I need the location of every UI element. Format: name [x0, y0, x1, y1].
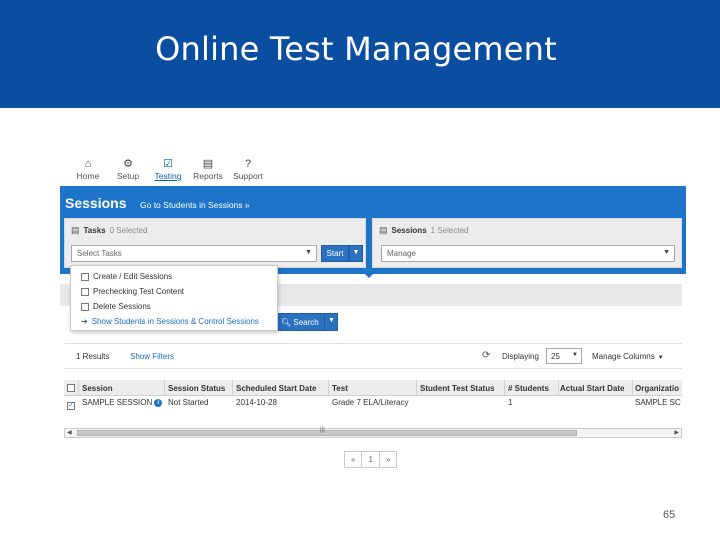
nav-setup[interactable]: ⚙ Setup: [108, 158, 148, 188]
top-navigation: ⌂ Home ⚙ Setup ☑ Testing ▤ Reports ? Sup…: [68, 158, 268, 188]
displaying-label: Displaying: [502, 352, 539, 361]
manage-dropdown[interactable]: Manage ▼: [381, 245, 675, 262]
slide-title-bar: Online Test Management: [0, 0, 720, 108]
show-filters-link[interactable]: Show Filters: [130, 352, 174, 361]
tasks-panel: ▤ Tasks 0 Selected Select Tasks ▼ Start …: [64, 218, 366, 268]
horizontal-scrollbar[interactable]: ◀ ||| ▶: [64, 427, 682, 438]
col-students[interactable]: # Students: [508, 384, 558, 393]
next-page-button[interactable]: »: [380, 452, 396, 467]
panel-pointer: [362, 271, 376, 278]
sessions-header: Sessions Go to Students in Sessions » ▤ …: [60, 186, 686, 274]
help-icon: ?: [244, 158, 252, 170]
table-header: Session Session Status Scheduled Start D…: [64, 380, 682, 396]
nav-testing[interactable]: ☑ Testing: [148, 158, 188, 188]
menu-item-show-students[interactable]: ➔ Show Students in Sessions & Control Se…: [81, 317, 259, 326]
sessions-panel: ▤ Sessions 1 Selected Manage ▼: [372, 218, 682, 268]
chevron-down-icon: ▼: [657, 355, 664, 361]
results-toolbar: 1 Results Show Filters ⟳ Displaying 25 ▼…: [64, 343, 682, 369]
home-icon: ⌂: [84, 158, 92, 170]
col-session-status[interactable]: Session Status: [168, 384, 232, 393]
col-actual-start[interactable]: Actual Start Date: [560, 384, 632, 393]
slide-title: Online Test Management: [155, 30, 557, 68]
grip-icon: |||: [320, 427, 325, 433]
sessions-title: Sessions: [65, 195, 127, 211]
results-count: 1 Results: [76, 352, 110, 361]
menu-item-delete[interactable]: Delete Sessions: [81, 302, 151, 311]
app-screenshot: ⌂ Home ⚙ Setup ☑ Testing ▤ Reports ? Sup…: [60, 150, 688, 480]
sessions-table: Session Session Status Scheduled Start D…: [64, 380, 682, 414]
info-icon[interactable]: i: [154, 398, 163, 407]
checkbox-icon: ☑: [163, 158, 173, 170]
row-checkbox[interactable]: ✓: [67, 402, 75, 410]
reports-icon: ▤: [202, 158, 214, 170]
search-icon: 🔍︎: [281, 318, 292, 327]
col-scheduled-start[interactable]: Scheduled Start Date: [236, 384, 328, 393]
table-row[interactable]: ✓ SAMPLE SESSION i Not Started 2014-10-28…: [64, 398, 682, 414]
select-all-checkbox[interactable]: [67, 384, 75, 392]
start-button[interactable]: Start: [321, 245, 349, 262]
tasks-icon: ▤: [71, 225, 80, 235]
go-to-students-link[interactable]: Go to Students in Sessions »: [140, 200, 250, 210]
menu-item-create-edit[interactable]: Create / Edit Sessions: [81, 272, 172, 281]
nav-home[interactable]: ⌂ Home: [68, 158, 108, 188]
manage-columns-button[interactable]: Manage Columns ▼: [592, 352, 664, 361]
task-menu: Create / Edit Sessions Prechecking Test …: [70, 265, 278, 331]
start-dropdown-toggle[interactable]: ▼: [349, 245, 363, 262]
chevron-down-icon: ▼: [572, 352, 578, 358]
col-session[interactable]: Session: [82, 384, 162, 393]
gear-icon: ⚙: [123, 158, 133, 170]
slide-page-number: 65: [663, 509, 676, 521]
sessions-icon: ▤: [379, 225, 388, 235]
page-1-button[interactable]: 1: [362, 452, 380, 467]
col-organization[interactable]: Organizatio: [635, 384, 682, 393]
col-test[interactable]: Test: [332, 384, 414, 393]
page-size-select[interactable]: 25 ▼: [546, 348, 582, 364]
checkbox[interactable]: [81, 272, 89, 281]
refresh-icon[interactable]: ⟳: [482, 350, 490, 361]
pagination: « 1 »: [344, 451, 398, 468]
scroll-thumb[interactable]: [77, 430, 577, 436]
nav-support[interactable]: ? Support: [228, 158, 268, 188]
nav-reports[interactable]: ▤ Reports: [188, 158, 228, 188]
scroll-left-icon[interactable]: ◀: [67, 429, 72, 436]
chevron-down-icon: ▼: [305, 249, 312, 256]
checkbox[interactable]: [81, 287, 89, 296]
arrow-right-icon: ➔: [81, 317, 88, 326]
menu-item-prechecking[interactable]: Prechecking Test Content: [81, 287, 184, 296]
chevron-down-icon: ▼: [663, 249, 670, 256]
col-student-test-status[interactable]: Student Test Status: [420, 384, 504, 393]
select-tasks-dropdown[interactable]: Select Tasks ▼: [71, 245, 317, 262]
prev-page-button[interactable]: «: [345, 452, 363, 467]
search-dropdown-toggle[interactable]: ▼: [324, 313, 338, 331]
scroll-right-icon[interactable]: ▶: [674, 429, 679, 436]
checkbox[interactable]: [81, 302, 89, 311]
